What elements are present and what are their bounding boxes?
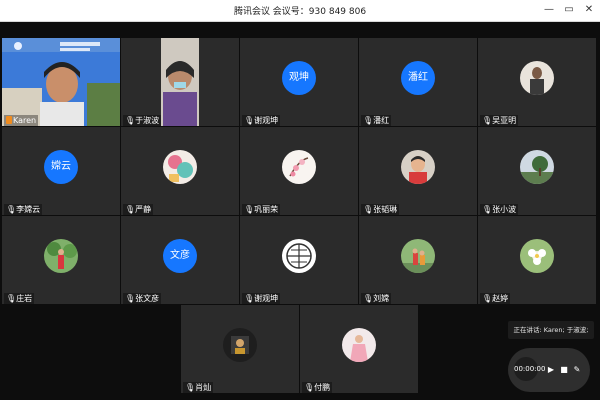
speaking-indicator: 正在讲话: Karen; 于淑波; [508,321,594,339]
mic-icon: 🎙 [6,205,17,214]
title-bar: 腾讯会议 会议号：930 849 806 — ▭ ✕ [0,0,600,22]
video-tile-panhong[interactable]: 潘红 🎙潘红 [359,38,477,126]
window-icon [286,243,312,270]
mic-icon: 🎙 [363,294,374,303]
participant-name: 🎙吴亚明 [480,115,519,126]
participant-name: Karen [4,115,39,126]
participant-name: 🎙张小波 [480,204,519,215]
edit-icon[interactable]: ✎ [572,365,582,375]
video-tile-yanjing[interactable]: 🎙严静 [121,127,239,215]
mic-icon: 🎙 [244,205,255,214]
participant-name: 🎙肖灿 [183,382,214,393]
restore-button[interactable]: ▭ [562,3,576,17]
video-tile-yushubo[interactable]: 🎙于淑波 [121,38,239,126]
video-tile-zhuangyan[interactable]: 🎙庄岩 [2,216,120,304]
close-button[interactable]: ✕ [582,3,596,17]
minimize-button[interactable]: — [542,3,556,17]
camera-feed-karen [2,38,120,126]
participant-name: 🎙付鹏 [302,382,333,393]
mic-icon: 🎙 [482,294,493,303]
mic-icon: 🎙 [125,294,136,303]
participant-name: 🎙严静 [123,204,154,215]
video-tile-zhangtaolin[interactable]: 🎙张韬琳 [359,127,477,215]
participant-name: 🎙谢观坤 [242,293,281,304]
video-tile-lichangyun[interactable]: 嫦云 🎙李嫦云 [2,127,120,215]
participant-name: 🎙谢观坤 [242,115,281,126]
participant-name: 🎙于淑波 [123,115,162,126]
mic-icon: 🎙 [482,116,493,125]
play-icon[interactable]: ▶ [546,365,556,375]
participant-name: 🎙赵婷 [480,293,511,304]
video-tile-gonglirong[interactable]: 🎙巩丽荣 [240,127,358,215]
participant-name: 🎙刘嫦 [361,293,392,304]
avatar [520,61,554,96]
avatar [282,239,316,274]
mic-icon: 🎙 [244,294,255,303]
mic-icon: 🎙 [185,383,196,392]
avatar [282,150,316,185]
window-title: 腾讯会议 会议号：930 849 806 [233,7,367,17]
participant-name: 🎙张韬琳 [361,204,400,215]
participant-name: 🎙巩丽荣 [242,204,281,215]
mic-icon: 🎙 [244,116,255,125]
avatar: 嫦云 [44,150,78,185]
mic-icon [6,116,12,124]
avatar: 潘红 [401,61,435,96]
mic-icon: 🎙 [125,205,136,214]
participant-name: 🎙李嫦云 [4,204,43,215]
mic-icon: 🎙 [304,383,315,392]
avatar [401,239,435,274]
avatar [44,239,78,274]
video-tile-liuchang[interactable]: 🎙刘嫦 [359,216,477,304]
participant-name: 🎙潘红 [361,115,392,126]
video-tile-xieguankun[interactable]: 观坤 🎙谢观坤 [240,38,358,126]
participant-name: 🎙张文彦 [123,293,162,304]
avatar: 文彦 [163,239,197,274]
video-tile-fupeng[interactable]: 🎙付鹏 [300,305,418,393]
video-tile-zhangxiaobo[interactable]: 🎙张小波 [478,127,596,215]
stop-icon[interactable]: ■ [559,365,569,375]
avatar [520,150,554,185]
mic-icon: 🎙 [125,116,136,125]
mic-icon: 🎙 [6,294,17,303]
avatar: 观坤 [282,61,316,96]
avatar [520,239,554,274]
recording-timer: 00:00:00 [514,357,545,381]
mic-icon: 🎙 [363,116,374,125]
video-tile-xiaocan[interactable]: 🎙肖灿 [181,305,299,393]
avatar [223,328,257,363]
camera-feed-yushubo [121,38,239,126]
mic-icon: 🎙 [482,205,493,214]
participant-name: 🎙庄岩 [4,293,35,304]
video-tile-zhangwenyan[interactable]: 文彦 🎙张文彦 [121,216,239,304]
video-tile-zhaoting[interactable]: 🎙赵婷 [478,216,596,304]
video-tile-xieguankun-2[interactable]: 🎙谢观坤 [240,216,358,304]
mic-icon: 🎙 [363,205,374,214]
avatar [163,150,197,185]
avatar [401,150,435,185]
avatar [342,328,376,363]
video-tile-karen[interactable]: Karen [2,38,120,126]
video-tile-wuyaming[interactable]: 🎙吴亚明 [478,38,596,126]
